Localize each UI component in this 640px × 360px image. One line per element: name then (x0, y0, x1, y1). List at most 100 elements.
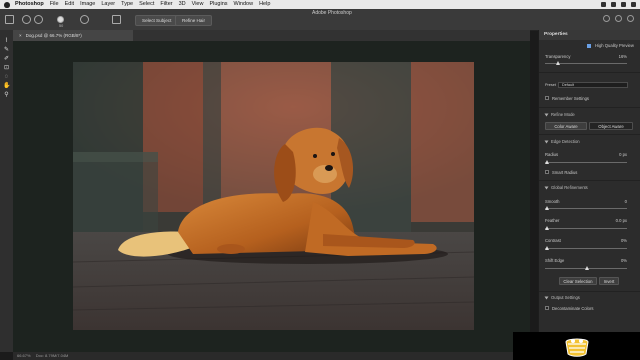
menu-help[interactable]: Help (259, 0, 270, 9)
properties-title: Properties (539, 30, 640, 40)
battery-icon[interactable] (621, 2, 626, 7)
brush-tool-icon[interactable]: ✐ (3, 56, 10, 63)
canvas-area[interactable] (13, 41, 530, 352)
shift-edge-slider-knob[interactable] (585, 266, 589, 270)
refine-mode-section[interactable]: Refine Mode (545, 112, 575, 117)
object-selection-icon[interactable]: ⊡ (3, 65, 10, 72)
contrast-value[interactable]: 0% (621, 238, 627, 243)
feather-slider[interactable] (545, 228, 627, 229)
brush-add-icon[interactable] (22, 15, 31, 24)
preset-dropdown[interactable]: Default (558, 82, 628, 88)
feather-value[interactable]: 0.0 px (616, 218, 627, 223)
radius-value[interactable]: 0 px (619, 152, 627, 157)
zoom-tool-icon[interactable]: ⚲ (3, 92, 10, 99)
smooth-label: Smooth (545, 199, 560, 204)
tools-panel: ⌇ ✎ ✐ ⊡ ◌ ✋ ⚲ (0, 30, 14, 352)
divider (539, 134, 640, 135)
refine-hair-button[interactable]: Refine Hair (175, 15, 212, 26)
feather-label: Feather (545, 218, 560, 223)
lasso-tool-icon[interactable]: ◌ (3, 74, 10, 81)
search-icon[interactable] (631, 2, 636, 7)
dog-photo[interactable] (73, 62, 474, 330)
menu-plugins[interactable]: Plugins (209, 0, 227, 9)
output-settings-section[interactable]: Output Settings (545, 295, 580, 300)
divider (539, 107, 640, 108)
brush-size-icon[interactable] (57, 16, 64, 23)
high-quality-preview-checkbox[interactable] (587, 44, 591, 48)
sample-all-icon[interactable] (112, 15, 121, 24)
search-icon[interactable] (615, 15, 622, 22)
status-icon[interactable] (601, 2, 606, 7)
decontaminate-colors-label: Decontaminate Colors (552, 306, 594, 311)
remember-settings-label: Remember Settings (552, 96, 590, 101)
home-icon[interactable] (603, 15, 610, 22)
menu-file[interactable]: File (50, 0, 59, 9)
menu-edit[interactable]: Edit (65, 0, 74, 9)
status-bar: 66.67% Doc: 8.79M/7.04M (13, 352, 530, 360)
clear-selection-button[interactable]: Clear Selection (559, 277, 597, 285)
contrast-slider[interactable] (545, 248, 627, 249)
brush-subtract-icon[interactable] (34, 15, 43, 24)
remember-settings-checkbox[interactable] (545, 96, 549, 100)
menu-bar: Photoshop File Edit Image Layer Type Sel… (0, 0, 640, 9)
feather-slider-knob[interactable] (545, 226, 549, 230)
divider (539, 180, 640, 181)
smart-radius-label: Smart Radius (552, 170, 578, 175)
edge-detection-section[interactable]: Edge Detection (545, 139, 580, 144)
zoom-level[interactable]: 66.67% (17, 353, 31, 358)
invert-button[interactable]: Invert (599, 277, 619, 285)
menu-layer[interactable]: Layer (101, 0, 115, 9)
object-aware-button[interactable]: Object Aware (589, 122, 633, 130)
divider (539, 72, 640, 73)
contrast-slider-knob[interactable] (545, 246, 549, 250)
properties-panel: Properties High Quality Preview Transpar… (538, 30, 640, 332)
transparency-value[interactable]: 16% (619, 54, 627, 59)
window-title: Adobe Photoshop (312, 10, 352, 16)
doc-size[interactable]: Doc: 8.79M/7.04M (36, 353, 69, 358)
menu-filter[interactable]: Filter (160, 0, 172, 9)
menu-view[interactable]: View (192, 0, 204, 9)
menu-window[interactable]: Window (234, 0, 254, 9)
smooth-slider-knob[interactable] (545, 206, 549, 210)
menu-select[interactable]: Select (139, 0, 154, 9)
channel-logo-icon (565, 338, 589, 357)
workspace-icon[interactable] (627, 15, 634, 22)
preset-label: Preset (545, 83, 556, 87)
hand-tool-icon[interactable]: ✋ (3, 83, 10, 90)
dog-image (73, 62, 474, 330)
quick-selection-tool-icon[interactable]: ⌇ (3, 38, 10, 45)
document-tab-bar (133, 30, 530, 41)
shift-edge-label: Shift Edge (545, 258, 565, 263)
window-controls (603, 15, 634, 22)
document-title: Dog.psd @ 66.7% (RGB/8*) (25, 33, 82, 38)
brush-size-value[interactable]: 50 (59, 24, 63, 28)
contrast-label: Contrast (545, 238, 561, 243)
apple-icon[interactable] (4, 1, 10, 8)
color-aware-button[interactable]: Color Aware (545, 122, 587, 130)
select-subject-button[interactable]: Select Subject (135, 15, 179, 26)
menu-3d[interactable]: 3D (179, 0, 186, 9)
close-tab-icon[interactable]: × (19, 33, 22, 38)
transparency-label: Transparency (545, 54, 571, 59)
menubar-status-icons (601, 2, 636, 7)
menu-image[interactable]: Image (80, 0, 95, 9)
smooth-value[interactable]: 0 (625, 199, 627, 204)
decontaminate-colors-checkbox[interactable] (545, 306, 549, 310)
angle-icon[interactable] (80, 15, 89, 24)
shift-edge-value[interactable]: 0% (621, 258, 627, 263)
document-tab[interactable]: × Dog.psd @ 66.7% (RGB/8*) (13, 30, 133, 41)
divider (539, 291, 640, 292)
refine-edge-brush-icon[interactable]: ✎ (3, 47, 10, 54)
radius-slider[interactable] (545, 162, 627, 163)
smart-radius-checkbox[interactable] (545, 170, 549, 174)
radius-slider-knob[interactable] (545, 160, 549, 164)
smooth-slider[interactable] (545, 208, 627, 209)
tool-preset-icon[interactable] (5, 15, 14, 24)
menu-app[interactable]: Photoshop (15, 0, 44, 9)
transparency-slider-knob[interactable] (555, 61, 560, 65)
global-refinements-section[interactable]: Global Refinements (545, 185, 588, 190)
radius-label: Radius (545, 152, 559, 157)
high-quality-preview-label: High Quality Preview (595, 43, 634, 48)
menu-type[interactable]: Type (121, 0, 133, 9)
wifi-icon[interactable] (611, 2, 616, 7)
